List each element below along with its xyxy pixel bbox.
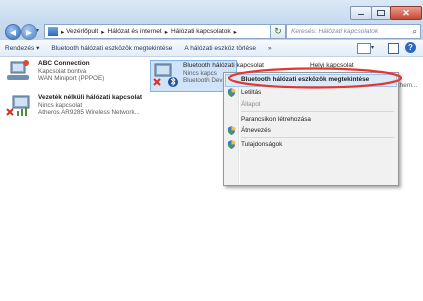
refresh-button[interactable]: ↻	[270, 24, 286, 39]
connection-name: ABC Connection	[38, 60, 90, 67]
control-panel-icon	[48, 27, 58, 36]
maximize-icon	[377, 10, 385, 16]
connection-device: Bluetooth Dev	[183, 77, 223, 84]
connection-device: WAN Miniport (PPPOE)	[38, 75, 105, 82]
menu-item-status: Állapot	[241, 101, 261, 108]
preview-pane-icon[interactable]	[388, 43, 399, 54]
close-icon: ✕	[402, 7, 410, 18]
view-dropdown-icon[interactable]: ▾	[371, 44, 374, 51]
organize-button[interactable]: Rendezés ▾	[0, 44, 45, 52]
breadcrumb-item-network-connections[interactable]: Hálózati kapcsolatok	[171, 28, 231, 35]
wireless-connection-icon	[6, 95, 30, 116]
shield-icon	[227, 140, 236, 149]
shield-icon	[227, 126, 236, 135]
forward-button[interactable]: ▶	[21, 24, 37, 40]
breadcrumb-sep-icon: ▸	[164, 28, 168, 36]
breadcrumb-sep-icon: ▸	[101, 28, 105, 36]
menu-item-disable[interactable]: Letiltás	[241, 89, 261, 96]
back-button[interactable]: ◀	[5, 24, 21, 40]
menu-item-rename[interactable]: Átnevezés	[241, 127, 271, 134]
highlight-ellipse	[227, 67, 403, 89]
arrow-left-icon: ◀	[9, 27, 17, 37]
close-button[interactable]: ✕	[390, 6, 422, 20]
view-bluetooth-devices-button[interactable]: Bluetooth hálózati eszközök megtekintése	[45, 45, 178, 52]
connection-name: Vezeték nélküli hálózati kapcsolat	[38, 94, 143, 101]
breadcrumb-sep-icon: ▸	[233, 28, 237, 36]
bluetooth-connection-icon	[153, 63, 178, 87]
arrow-right-icon: ▶	[25, 27, 33, 37]
maximize-button[interactable]	[371, 6, 391, 20]
menu-item-properties[interactable]: Tulajdonságok	[241, 141, 282, 148]
minimize-button[interactable]	[350, 6, 372, 20]
menu-separator	[241, 111, 394, 112]
search-placeholder: Keresés: Hálózati kapcsolatok	[291, 28, 379, 35]
command-toolbar: Rendezés ▾ Bluetooth hálózati eszközök m…	[0, 40, 423, 57]
wan-connection-icon	[7, 60, 29, 80]
history-dropdown-icon[interactable]: ▾	[36, 27, 39, 34]
search-input[interactable]: Keresés: Hálózati kapcsolatok ⌕	[286, 24, 421, 39]
refresh-icon: ↻	[274, 26, 282, 36]
menu-separator	[241, 137, 394, 138]
minimize-icon	[358, 14, 364, 15]
connection-item-abc[interactable]: ABC Connection Kapcsolat bontva WAN Mini…	[5, 60, 130, 90]
breadcrumb-item-network-internet[interactable]: Hálózat és internet	[108, 28, 162, 35]
delete-device-button[interactable]: A hálózati eszköz törlése	[178, 45, 262, 52]
connection-device: Atheros AR9285 Wireless Network...	[38, 109, 140, 116]
breadcrumb-item-control-panel[interactable]: Vezérlőpult	[66, 28, 98, 35]
connection-item-wireless[interactable]: Vezeték nélküli hálózati kapcsolat Nincs…	[5, 94, 150, 124]
search-icon: ⌕	[412, 26, 417, 36]
more-commands-button[interactable]: »	[262, 45, 278, 52]
menu-item-create-shortcut[interactable]: Parancsikon létrehozása	[241, 116, 311, 123]
address-bar[interactable]: ▸ Vezérlőpult ▸ Hálózat és internet ▸ Há…	[44, 24, 283, 39]
help-icon[interactable]: ?	[405, 42, 416, 53]
view-options-icon[interactable]	[357, 43, 371, 54]
